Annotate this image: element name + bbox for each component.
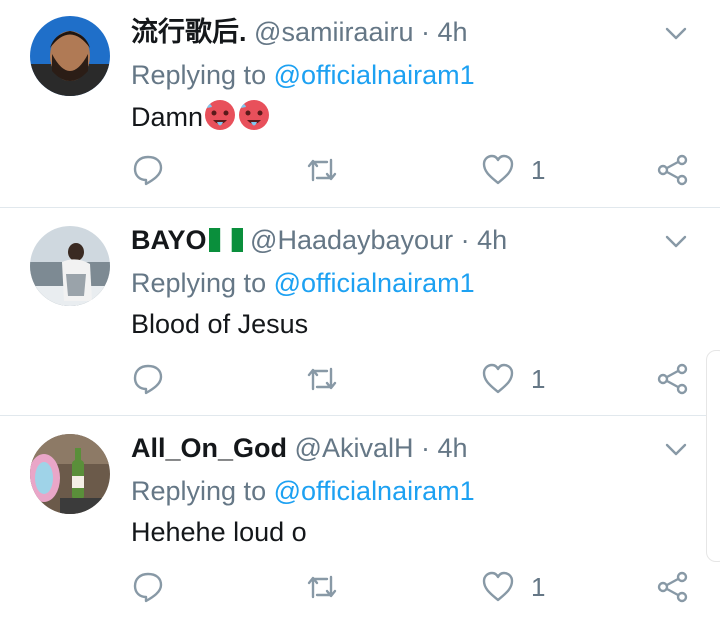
user-handle[interactable]: @AkivalH [295,433,414,463]
separator-dot: · [420,433,430,463]
user-handle[interactable]: @samiiraairu [254,17,413,47]
separator-dot: · [460,225,470,255]
reply-icon[interactable] [131,570,165,604]
chevron-down-icon[interactable] [664,442,688,458]
tweet-actions: 1 [0,362,720,402]
like-icon[interactable] [481,362,515,396]
hot-face-emoji [239,100,270,130]
scrollbar[interactable] [706,350,720,562]
timestamp[interactable]: 4h [438,433,468,463]
display-name-text: BAYO [131,225,207,255]
tweet-actions: 1 [0,570,720,610]
retweet-icon[interactable] [305,362,339,396]
tweet[interactable]: BAYO @Haadaybayour · 4h Replying to @off… [0,208,720,416]
replying-to: Replying to @officialnairam1 [131,265,475,301]
user-handle[interactable]: @Haadaybayour [250,225,453,255]
hot-face-emoji [205,100,236,130]
like-icon[interactable] [481,153,515,187]
reply-icon[interactable] [131,153,165,187]
tweet[interactable]: 流行歌后. @samiiraairu · 4h Replying to @off… [0,0,720,208]
replying-to: Replying to @officialnairam1 [131,473,475,509]
share-icon[interactable] [656,153,690,187]
reply-icon[interactable] [131,362,165,396]
replying-prefix: Replying to [131,60,267,90]
tweet-header: 流行歌后. @samiiraairu · 4h [131,14,468,50]
retweet-icon[interactable] [305,153,339,187]
share-icon[interactable] [656,570,690,604]
display-name[interactable]: 流行歌后. [131,17,247,47]
replying-prefix: Replying to [131,268,267,298]
replying-prefix: Replying to [131,476,267,506]
display-name[interactable]: BAYO [131,225,243,255]
avatar[interactable] [30,16,110,96]
avatar[interactable] [30,434,110,514]
mention-link[interactable]: @officialnairam1 [274,476,475,506]
chevron-down-icon[interactable] [664,26,688,42]
tweet-header: BAYO @Haadaybayour · 4h [131,222,507,258]
tweet-text-content: Damn [131,102,204,132]
timestamp[interactable]: 4h [438,17,468,47]
like-count: 1 [531,155,546,185]
tweet-actions: 1 [0,153,720,193]
like-count: 1 [531,572,546,602]
tweet-header: All_On_God @AkivalH · 4h [131,430,468,466]
display-name[interactable]: All_On_God [131,433,287,463]
replying-to: Replying to @officialnairam1 [131,57,475,93]
chevron-down-icon[interactable] [664,234,688,250]
separator-dot: · [421,17,430,47]
nigeria-flag [208,228,243,252]
retweet-icon[interactable] [305,570,339,604]
like-icon[interactable] [481,570,515,604]
mention-link[interactable]: @officialnairam1 [274,60,475,90]
tweet-text: Damn [131,98,271,135]
like-count: 1 [531,364,546,394]
mention-link[interactable]: @officialnairam1 [274,268,475,298]
tweet-text: Hehehe loud o [131,517,307,547]
tweet[interactable]: All_On_God @AkivalH · 4h Replying to @of… [0,416,720,619]
avatar[interactable] [30,226,110,306]
share-icon[interactable] [656,362,690,396]
timestamp[interactable]: 4h [477,225,507,255]
tweet-text: Blood of Jesus [131,309,309,339]
